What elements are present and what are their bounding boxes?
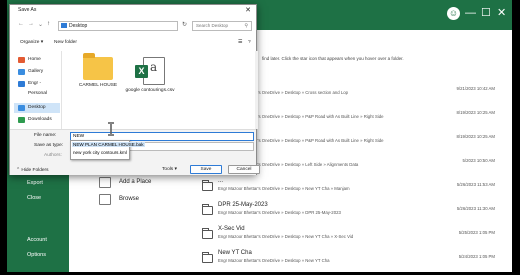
folder-icon bbox=[202, 228, 213, 239]
nav-export[interactable]: Export bbox=[27, 180, 43, 186]
dialog-title: Save As bbox=[18, 7, 37, 13]
desktop-icon bbox=[18, 105, 25, 111]
back-icon[interactable]: ← bbox=[18, 21, 24, 27]
recent-folder-row[interactable]: ... Engr Mazoor Bhettar's OneDrive » Desk… bbox=[202, 178, 507, 198]
save-as-dialog: Save As ✕ ← → ⌄ ↑ Desktop ↻ Search Deskt… bbox=[9, 4, 260, 175]
folder-path: Engr Mazoor Bhettar's OneDrive » Desktop… bbox=[218, 186, 350, 191]
up-icon[interactable]: ↑ bbox=[47, 21, 50, 27]
gallery-icon bbox=[18, 69, 25, 75]
folder-icon bbox=[202, 204, 213, 215]
globe-icon bbox=[99, 177, 111, 188]
folder-path: Engr Mazoor Bhettar's OneDrive » Desktop… bbox=[218, 210, 341, 215]
suggestion-item[interactable]: NEW PLAN CARMEL HOUSE.bak bbox=[72, 142, 145, 147]
save-button[interactable]: Save bbox=[190, 165, 222, 174]
folder-date: 5/2023 10:50 AM bbox=[462, 158, 496, 163]
folder-item[interactable]: CARMEL HOUSE bbox=[73, 53, 123, 89]
close-window-icon[interactable]: ✕ bbox=[497, 7, 506, 19]
nav-onedrive[interactable]: Engr - Personal bbox=[14, 79, 60, 96]
view-options-icon[interactable]: ☰ bbox=[238, 40, 242, 45]
file-name-label: File name: bbox=[34, 133, 57, 138]
nav-gallery[interactable]: Gallery bbox=[14, 67, 60, 77]
search-icon: ⚲ bbox=[244, 23, 248, 29]
recent-folder-row[interactable]: DPR 25-May-2023 Engr Mazoor Bhettar's One… bbox=[202, 202, 507, 222]
minimize-icon[interactable]: — bbox=[465, 7, 476, 19]
file-list: CARMEL HOUSE aX google contourings.csv bbox=[63, 51, 256, 129]
pinned-hint: find later. Click the star icon that app… bbox=[262, 56, 404, 61]
save-type-label: Save as type: bbox=[34, 143, 64, 148]
dialog-close-icon[interactable]: ✕ bbox=[245, 6, 251, 14]
download-icon bbox=[18, 117, 25, 123]
excel-csv-icon: aX bbox=[135, 57, 165, 85]
folder-date: 8/19/2023 10:25 AM bbox=[456, 134, 495, 139]
suggestion-item[interactable]: new york city contours.kml bbox=[73, 150, 127, 155]
tools-button[interactable]: Tools ▾ bbox=[162, 167, 177, 172]
screen: ☺ — ☐ ✕ Export Close Account Options fin… bbox=[0, 0, 520, 275]
folder-icon bbox=[202, 252, 213, 263]
folder-icon bbox=[202, 180, 213, 191]
recent-folder-row[interactable]: New YT Cha Engr Mazoor Bhettar's OneDrive… bbox=[202, 250, 507, 270]
command-bar: Organize ▾ New folder ☰ ? bbox=[10, 38, 256, 50]
address-field[interactable]: Desktop bbox=[58, 21, 178, 31]
forward-icon[interactable]: → bbox=[28, 21, 34, 27]
search-input[interactable]: Search Desktop ⚲ bbox=[192, 21, 252, 31]
nav-options[interactable]: Options bbox=[27, 252, 46, 258]
new-folder-button[interactable]: New folder bbox=[54, 40, 77, 45]
folder-date: 8/19/2023 10:25 AM bbox=[456, 110, 495, 115]
folder-date: 5/25/2023 1:05 PM bbox=[458, 230, 495, 235]
folder-name: X-Sec Vid bbox=[218, 226, 245, 232]
autocomplete-list: NEW PLAN CARMEL HOUSE.bak new york city … bbox=[70, 140, 145, 160]
text-cursor-icon bbox=[108, 122, 114, 136]
folder-path: Engr Mazoor Bhettar's OneDrive » Desktop… bbox=[218, 258, 330, 263]
cancel-button[interactable]: Cancel bbox=[228, 165, 260, 174]
nav-close[interactable]: Close bbox=[27, 195, 41, 201]
folder-icon bbox=[99, 194, 111, 205]
folder-date: 5/26/2023 11:30 AM bbox=[456, 206, 495, 211]
nav-home[interactable]: Home bbox=[14, 55, 60, 65]
refresh-icon[interactable]: ↻ bbox=[182, 21, 187, 28]
navigation-pane: Home Gallery Engr - Personal Desktop Dow… bbox=[10, 51, 62, 129]
folder-date: 9/21/2023 10:42 AM bbox=[456, 86, 495, 91]
folder-name: New YT Cha bbox=[218, 250, 252, 256]
authors-label: Authors: bbox=[44, 153, 62, 158]
nav-desktop[interactable]: Desktop bbox=[14, 103, 60, 113]
hide-folders-button[interactable]: ⌃ Hide Folders bbox=[16, 168, 49, 173]
nav-downloads[interactable]: Downloads bbox=[14, 115, 60, 125]
folder-date: 5/26/2023 11:53 AM bbox=[456, 182, 495, 187]
scrollbar[interactable] bbox=[255, 51, 258, 129]
dialog-footer: File name: NEW Save as type: Authors: NE… bbox=[10, 129, 260, 175]
folder-path: Engr Mazoor Bhettar's OneDrive » Desktop… bbox=[218, 234, 354, 239]
folder-icon bbox=[83, 53, 113, 80]
maximize-icon[interactable]: ☐ bbox=[481, 7, 491, 19]
organize-button[interactable]: Organize ▾ bbox=[20, 40, 43, 45]
desktop-icon bbox=[61, 23, 67, 28]
folder-date: 5/24/2023 1:05 PM bbox=[458, 254, 495, 259]
address-bar: ← → ⌄ ↑ Desktop ↻ Search Desktop ⚲ bbox=[10, 18, 256, 34]
folder-name: DPR 25-May-2023 bbox=[218, 202, 268, 208]
help-icon[interactable]: ? bbox=[248, 40, 251, 45]
feedback-icon[interactable]: ☺ bbox=[447, 7, 460, 20]
cloud-icon bbox=[18, 81, 25, 87]
nav-account[interactable]: Account bbox=[27, 237, 47, 243]
file-item[interactable]: aX google contourings.csv bbox=[125, 57, 175, 94]
chevron-down-icon[interactable]: ⌄ bbox=[38, 21, 43, 28]
folder-name: ... bbox=[218, 178, 224, 184]
recent-folder-row[interactable]: X-Sec Vid Engr Mazoor Bhettar's OneDrive … bbox=[202, 226, 507, 246]
home-icon bbox=[18, 57, 25, 63]
